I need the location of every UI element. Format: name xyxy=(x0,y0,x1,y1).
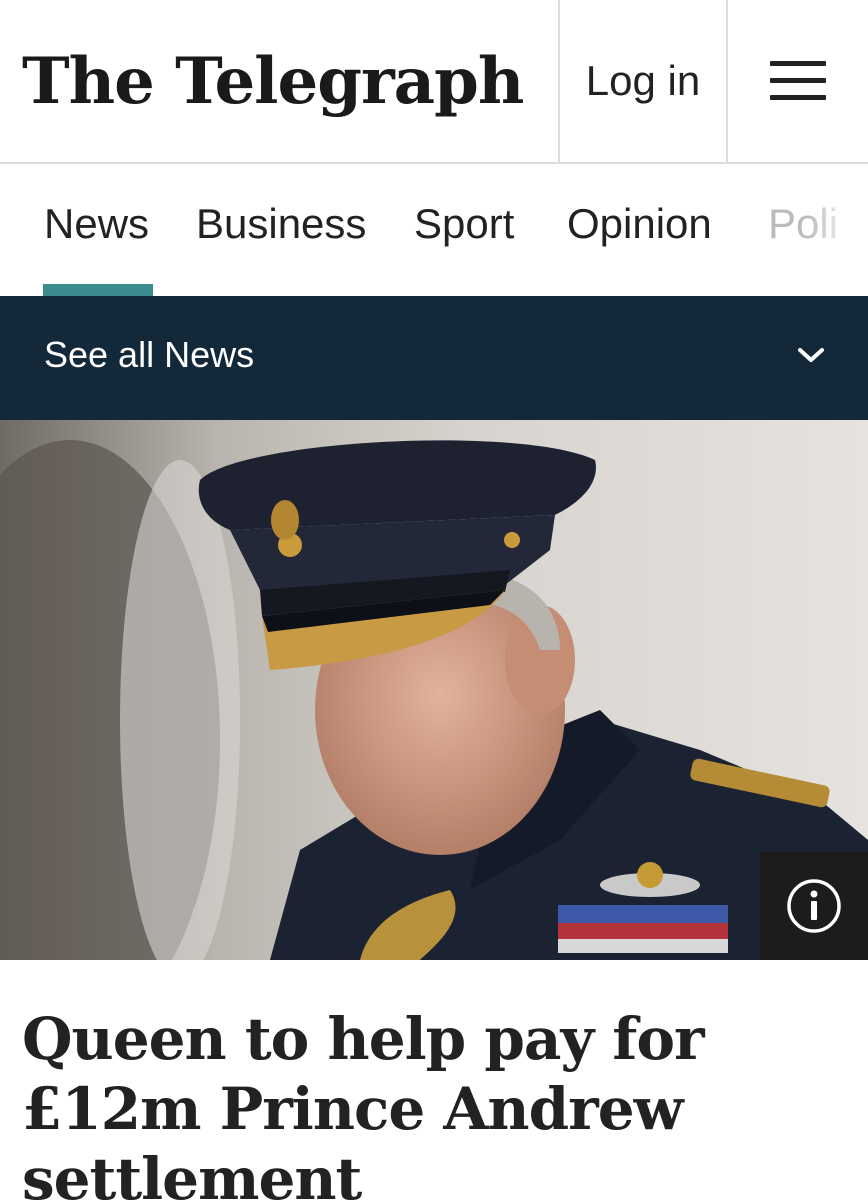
info-icon xyxy=(787,879,841,933)
nav-item-opinion[interactable]: Opinion xyxy=(567,200,712,248)
see-all-news-bar[interactable]: See all News xyxy=(0,296,868,420)
see-all-news-label: See all News xyxy=(44,334,255,375)
nav-scroll-fade xyxy=(808,164,868,296)
telegraph-logo[interactable]: The Telegraph xyxy=(22,36,524,126)
site-header: The Telegraph Log in xyxy=(0,0,868,164)
nav-item-business[interactable]: Business xyxy=(196,200,366,248)
nav-item-news[interactable]: News xyxy=(44,200,149,248)
section-nav: News Business Sport Opinion Poli xyxy=(0,164,868,296)
hero-photo xyxy=(0,420,868,960)
hamburger-menu-icon xyxy=(770,61,826,101)
chevron-down-icon[interactable] xyxy=(796,346,826,366)
article-headline[interactable]: Queen to help pay for £12m Prince Andrew… xyxy=(22,1004,852,1200)
active-tab-indicator xyxy=(43,284,153,296)
menu-button[interactable] xyxy=(726,0,868,162)
login-button[interactable]: Log in xyxy=(558,0,726,162)
nav-item-sport[interactable]: Sport xyxy=(414,200,514,248)
image-info-button[interactable] xyxy=(760,852,868,960)
hero-image[interactable] xyxy=(0,420,868,960)
